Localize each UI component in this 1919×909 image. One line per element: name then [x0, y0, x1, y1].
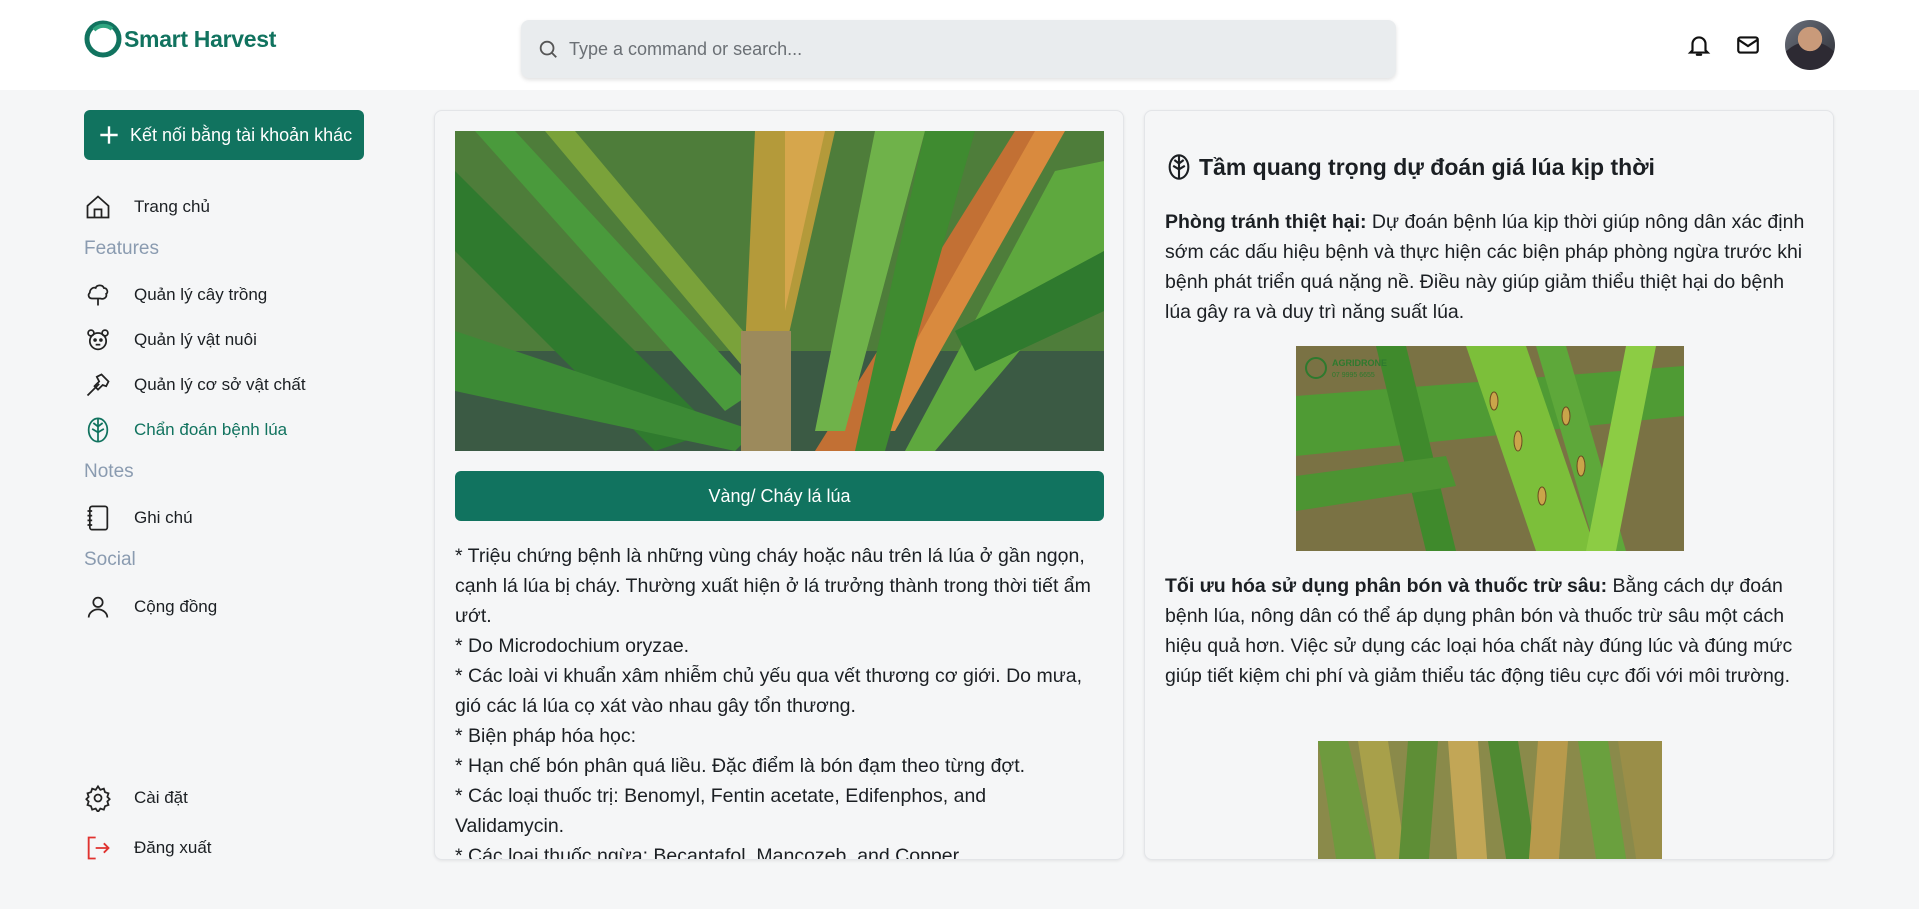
importance-card: Tầm quang trọng dự đoán giá lúa kịp thời…: [1144, 110, 1834, 860]
paragraph-heading: Tối ưu hóa sử dụng phân bón và thuốc trừ…: [1165, 575, 1608, 597]
symptoms-text: * Triệu chứng bệnh là những vùng cháy ho…: [455, 541, 1095, 860]
mail-icon[interactable]: [1735, 32, 1761, 58]
importance-heading: Tầm quang trọng dự đoán giá lúa kịp thời: [1165, 153, 1655, 181]
sidebar-item-label: Cộng đồng: [134, 597, 218, 616]
brand-name: Smart Harvest: [124, 25, 277, 52]
sidebar-item-label: Ghi chú: [134, 508, 193, 527]
connect-label: Kết nối bằng tài khoản khác: [130, 124, 353, 145]
search-input[interactable]: [569, 38, 1369, 60]
user-icon: [87, 596, 109, 618]
rice-leaf-spots-photo: AGRIDRONE 07 9995 6655: [1296, 346, 1684, 551]
section-features: Features: [84, 238, 159, 259]
symptom-line: * Hạn chế bón phân quá liều. Đặc điểm là…: [455, 755, 1026, 777]
notebook-icon: [87, 505, 109, 531]
sidebar-item-notes[interactable]: Ghi chú: [84, 501, 193, 535]
rice-field-photo: [1318, 741, 1662, 859]
symptom-line: * Các loại thuốc ngừa: Becaptafol, Manco…: [455, 845, 960, 860]
importance-title: Tầm quang trọng dự đoán giá lúa kịp thời: [1199, 153, 1655, 180]
sidebar-item-label: Đăng xuất: [134, 838, 212, 857]
symptom-line: * Triệu chứng bệnh là những vùng cháy ho…: [455, 545, 1091, 627]
svg-text:AGRIDRONE: AGRIDRONE: [1332, 358, 1387, 368]
sidebar-item-crops[interactable]: Quản lý cây trồng: [84, 278, 267, 312]
disease-label-button[interactable]: Vàng/ Cháy lá lúa: [455, 471, 1104, 521]
symptom-line: * Các loài vi khuẩn xâm nhiễm chủ yếu qu…: [455, 665, 1083, 717]
bell-icon[interactable]: [1686, 32, 1712, 58]
section-notes: Notes: [84, 461, 134, 482]
symptom-line: * Biện pháp hóa học:: [455, 725, 637, 747]
avatar[interactable]: [1785, 20, 1835, 70]
symptom-line: * Do Microdochium oryzae.: [455, 635, 690, 657]
logo-icon: [84, 20, 122, 58]
sidebar-item-community[interactable]: Cộng đồng: [84, 590, 217, 624]
rice-leaf-photo: [455, 131, 1104, 451]
connect-other-account-button[interactable]: Kết nối bằng tài khoản khác: [84, 110, 364, 160]
sidebar-item-label: Quản lý cây trồng: [134, 285, 268, 304]
section-social: Social: [84, 549, 136, 570]
symptom-line: * Các loại thuốc trị: Benomyl, Fentin ac…: [455, 785, 987, 837]
sidebar-item-settings[interactable]: Cài đặt: [84, 781, 188, 815]
logout-icon: [87, 836, 110, 860]
home-icon: [86, 195, 110, 219]
sidebar-item-label: Quản lý cơ sở vật chất: [134, 375, 306, 394]
paragraph-heading: Phòng tránh thiệt hại:: [1165, 211, 1367, 233]
leaf-icon: [87, 417, 109, 443]
plus-icon: [100, 126, 118, 144]
paragraph-optimize-fertilizer: Tối ưu hóa sử dụng phân bón và thuốc trừ…: [1165, 571, 1805, 691]
sidebar-item-label: Chẩn đoán bệnh lúa: [134, 420, 288, 439]
sidebar-item-facilities[interactable]: Quản lý cơ sở vật chất: [84, 368, 306, 402]
diagnosis-card: Vàng/ Cháy lá lúa * Triệu chứng bệnh là …: [434, 110, 1124, 860]
paragraph-prevent-damage: Phòng tránh thiệt hại: Dự đoán bệnh lúa …: [1165, 207, 1805, 327]
tree-icon: [87, 284, 109, 306]
sidebar-item-label: Trang chủ: [134, 197, 210, 216]
gear-icon: [85, 784, 111, 812]
sidebar-item-label: Cài đặt: [134, 788, 188, 807]
sidebar-item-rice-diagnosis[interactable]: Chẩn đoán bệnh lúa: [84, 413, 287, 447]
hammer-icon: [86, 373, 110, 397]
logo[interactable]: Smart Harvest: [84, 20, 276, 58]
sidebar-item-livestock[interactable]: Quản lý vật nuôi: [84, 323, 257, 357]
search-icon: [539, 40, 557, 58]
sidebar-item-label: Quản lý vật nuôi: [134, 330, 257, 349]
svg-text:07 9995 6655: 07 9995 6655: [1332, 372, 1375, 379]
leaf-icon: [1168, 154, 1190, 180]
sidebar-item-home[interactable]: Trang chủ: [84, 190, 210, 224]
search-bar[interactable]: [521, 20, 1396, 78]
animal-icon: [87, 329, 109, 351]
top-header: Smart Harvest: [0, 0, 1919, 90]
sidebar-item-logout[interactable]: Đăng xuất: [84, 831, 212, 865]
